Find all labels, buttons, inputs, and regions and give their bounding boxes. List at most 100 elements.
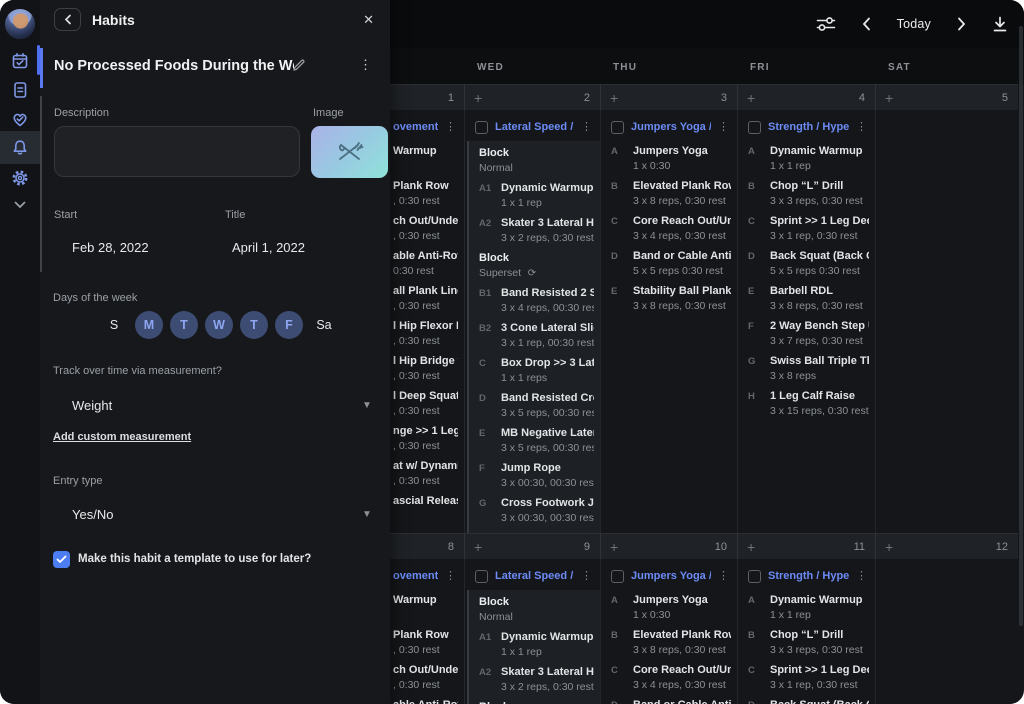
day-chip-w[interactable]: W — [205, 311, 233, 339]
exercise-item: A1Dynamic Warmup1 x 1 rep — [469, 178, 600, 213]
exercise-item: AJumpers Yoga1 x 0:30 — [601, 590, 737, 625]
exercise-scheme: , 0:30 rest — [393, 644, 449, 657]
sidebar-item-settings[interactable] — [0, 163, 40, 193]
habit-kebab-menu-icon[interactable]: ⋮ — [359, 57, 372, 73]
date-number: 3 — [721, 92, 727, 104]
workout-card-body: WarmupPlank Row, 0:30 restch Out/Under, … — [390, 590, 464, 704]
heart-pulse-icon — [10, 109, 30, 129]
chevron-left-icon[interactable] — [862, 17, 871, 31]
exercise-scheme: 1 x 1 rep — [501, 646, 594, 659]
sidebar-item-documents[interactable] — [0, 75, 40, 105]
date-cell: 8 — [390, 534, 464, 559]
exercise-item: at w/ Dynamic P..., 0:30 rest — [390, 456, 464, 491]
workout-card-title[interactable]: Lateral Speed / Plyo — [495, 570, 574, 582]
exercise-name: Warmup — [393, 145, 437, 158]
add-workout-button[interactable]: + — [885, 540, 893, 554]
day-chip-t[interactable]: T — [240, 311, 268, 339]
edit-pencil-icon[interactable] — [292, 58, 306, 72]
today-button[interactable]: Today — [897, 17, 931, 31]
habit-image-tile[interactable] — [311, 126, 388, 178]
workout-checkbox[interactable] — [475, 121, 488, 134]
workout-kebab-menu-icon[interactable]: ⋮ — [581, 122, 592, 133]
exercise-scheme: 1 x 1 reps — [501, 372, 594, 385]
template-checkbox[interactable] — [53, 551, 70, 568]
workout-kebab-menu-icon[interactable]: ⋮ — [581, 571, 592, 582]
workout-kebab-menu-icon[interactable]: ⋮ — [718, 571, 729, 582]
day-chip-f[interactable]: F — [275, 311, 303, 339]
exercise-letter: A — [611, 594, 633, 625]
end-date-value[interactable]: April 1, 2022 — [232, 240, 305, 255]
day-cell: Lateral Speed / Plyo⋮BlockNormalA1Dynami… — [464, 559, 600, 704]
exercise-item: ch Out/Under, 0:30 rest — [390, 211, 464, 246]
download-icon[interactable] — [992, 16, 1008, 33]
day-chip-sa[interactable]: Sa — [310, 311, 338, 339]
chevron-down-icon[interactable]: ▼ — [362, 400, 372, 411]
workout-card-title[interactable]: Lateral Speed / Plyo — [495, 121, 574, 133]
exercise-scheme: 3 x 1 rep, 0:30 rest — [770, 230, 869, 243]
panel-scrollbar[interactable] — [40, 96, 42, 272]
workout-kebab-menu-icon[interactable]: ⋮ — [718, 122, 729, 133]
exercise-name: Dynamic Warmup — [770, 594, 863, 607]
measurement-select[interactable]: Weight — [72, 398, 112, 413]
exercise-item: CBox Drop >> 3 Lateral H...1 x 1 reps — [469, 353, 600, 388]
exercise-item: l Deep Squat Mo..., 0:30 rest — [390, 386, 464, 421]
block-header: BlockSuperset ⟳ — [469, 248, 600, 283]
add-workout-button[interactable]: + — [610, 540, 618, 554]
add-workout-button[interactable]: + — [747, 91, 755, 105]
exercise-scheme: , 0:30 rest — [393, 440, 458, 453]
workout-card-title[interactable]: Strength / Hypertro... — [768, 570, 849, 582]
date-cell: +9 — [464, 534, 600, 559]
workout-card-title[interactable]: Jumpers Yoga / Core — [631, 121, 711, 133]
exercise-name: nge >> 1 Leg St... — [393, 425, 458, 438]
calendar-scrollbar[interactable] — [1019, 26, 1023, 626]
start-date-value[interactable]: Feb 28, 2022 — [72, 240, 149, 255]
exercise-letter: B2 — [479, 322, 501, 353]
chevron-right-icon[interactable] — [957, 17, 966, 31]
add-workout-button[interactable]: + — [474, 540, 482, 554]
back-button[interactable] — [54, 8, 81, 31]
exercise-letter: A2 — [479, 217, 501, 248]
exercise-name: Chop “L” Drill — [770, 629, 863, 642]
chevron-down-icon[interactable]: ▼ — [362, 509, 372, 520]
workout-card-title[interactable]: Jumpers Yoga / Core — [631, 570, 711, 582]
workout-checkbox[interactable] — [748, 121, 761, 134]
date-cell: +12 — [875, 534, 1018, 559]
avatar[interactable] — [5, 9, 35, 39]
sidebar-item-notifications[interactable] — [0, 131, 40, 164]
add-custom-measurement-link[interactable]: Add custom measurement — [53, 431, 191, 443]
exercise-item: nge >> 1 Leg St... , 0:30 rest — [390, 421, 464, 456]
workout-checkbox[interactable] — [611, 121, 624, 134]
day-chip-t[interactable]: T — [170, 311, 198, 339]
exercise-name: Core Reach Out/Under — [633, 215, 731, 228]
description-input[interactable] — [54, 126, 300, 177]
sidebar-item-health[interactable] — [0, 104, 40, 134]
workout-checkbox[interactable] — [475, 570, 488, 583]
exercise-scheme: 1 x 0:30 — [633, 609, 708, 622]
workout-kebab-menu-icon[interactable]: ⋮ — [445, 571, 456, 582]
add-workout-button[interactable]: + — [747, 540, 755, 554]
close-icon[interactable]: ✕ — [361, 10, 376, 30]
exercise-letter: C — [748, 215, 770, 246]
calendar-icon — [10, 51, 30, 71]
day-chip-s[interactable]: S — [100, 311, 128, 339]
entry-type-label: Entry type — [53, 475, 103, 487]
add-workout-button[interactable]: + — [885, 91, 893, 105]
workout-kebab-menu-icon[interactable]: ⋮ — [445, 122, 456, 133]
exercise-name: Stability Ball Plank Linear ... — [633, 285, 731, 298]
add-workout-button[interactable]: + — [610, 91, 618, 105]
workout-checkbox[interactable] — [748, 570, 761, 583]
workout-card-title[interactable]: Strength / Hypertro... — [768, 121, 849, 133]
exercise-item: Warmup — [390, 141, 464, 176]
day-chip-m[interactable]: M — [135, 311, 163, 339]
workout-kebab-menu-icon[interactable]: ⋮ — [856, 122, 867, 133]
filter-sliders-icon[interactable] — [816, 16, 836, 32]
workout-kebab-menu-icon[interactable]: ⋮ — [856, 571, 867, 582]
entry-type-select[interactable]: Yes/No — [72, 507, 113, 522]
workout-card-title[interactable]: ovement Q... — [393, 121, 438, 133]
add-workout-button[interactable]: + — [474, 91, 482, 105]
workout-card-title[interactable]: ovement Q... — [393, 570, 438, 582]
exercise-scheme: 5 x 5 reps 0:30 rest — [770, 265, 869, 278]
sidebar-item-calendar[interactable] — [0, 46, 40, 76]
workout-checkbox[interactable] — [611, 570, 624, 583]
sidebar-collapse[interactable] — [0, 190, 40, 220]
